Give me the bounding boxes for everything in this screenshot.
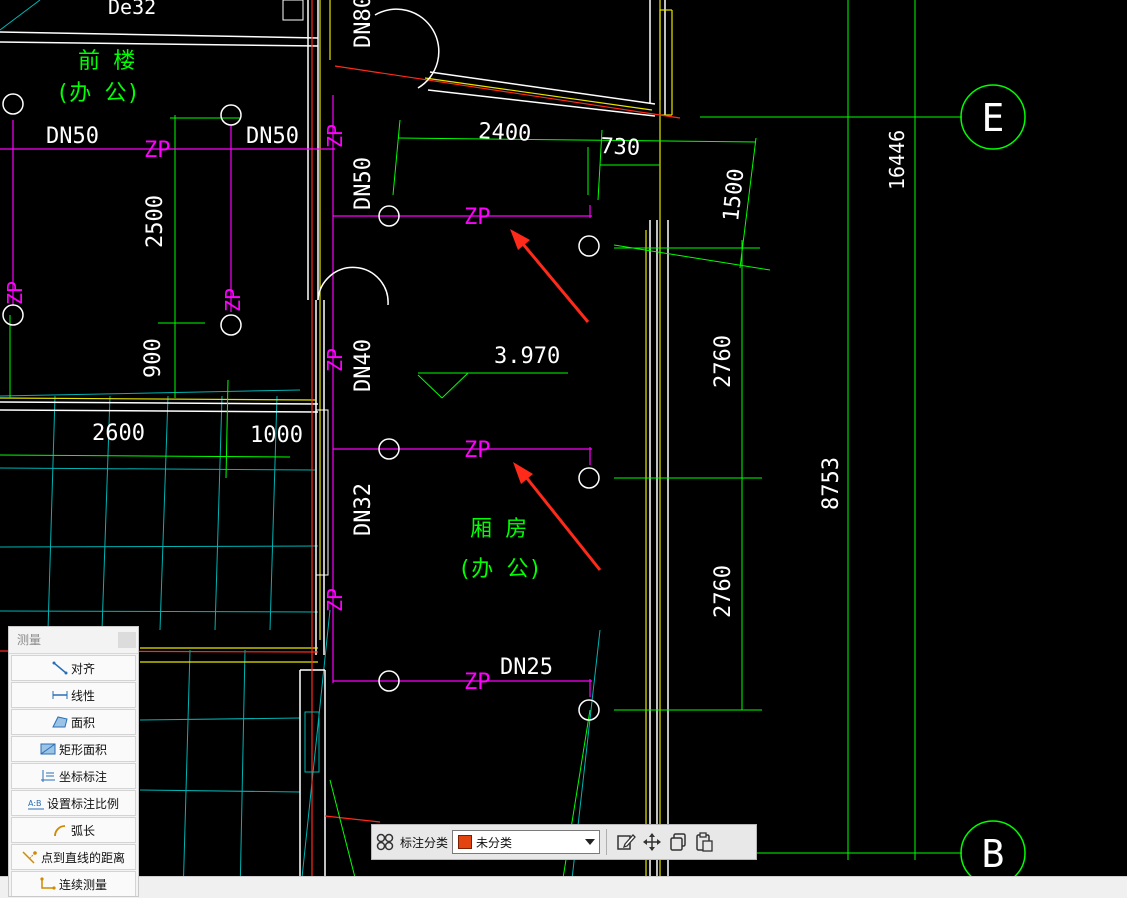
room-front-name: 前 楼 (78, 49, 135, 74)
paste-icon[interactable] (691, 829, 717, 855)
annotation-category-label: 标注分类 (400, 835, 449, 850)
coordinate-icon (40, 770, 55, 782)
continuous-measure-icon (40, 877, 56, 890)
dim-900: 900 (141, 338, 166, 378)
annotation-toolbar: 标注分类 未分类 (371, 824, 757, 860)
scale-icon: A:B (27, 799, 44, 810)
measure-panel-title: 测量 (17, 633, 42, 647)
elevation-label: 3.970 (494, 344, 560, 369)
measure-area-button[interactable]: 面积 (11, 709, 136, 735)
dn50-vertical-label: DN50 (351, 157, 376, 210)
copy-icon[interactable] (665, 829, 691, 855)
zp-label: ZP (323, 348, 347, 372)
dim-2500: 2500 (143, 195, 168, 248)
grid-menu-icon[interactable] (372, 829, 398, 855)
measure-item-label: 线性 (70, 688, 95, 703)
cad-drawing-canvas[interactable]: E B De32 前 楼 (办 公) 厢 房 (办 公) DN50 DN50 D… (0, 0, 1127, 897)
zp-label: ZP (464, 438, 491, 463)
dn50-left-label: DN50 (46, 124, 99, 149)
measure-scale-button[interactable]: A:B 设置标注比例 (11, 790, 136, 816)
top-pipe-label: De32 (108, 0, 156, 19)
measure-item-label: 弧长 (70, 823, 95, 838)
category-color-swatch (458, 835, 473, 849)
move-icon[interactable] (639, 829, 665, 855)
svg-text:A:B: A:B (28, 799, 42, 808)
dim-2400: 2400 (478, 119, 532, 147)
room-wing-name: 厢 房 (470, 517, 527, 542)
zp-label: ZP (221, 288, 245, 312)
measure-item-label: 对齐 (70, 661, 95, 676)
selected-category-text: 未分类 (476, 835, 513, 850)
measure-item-label: 坐标标注 (58, 769, 107, 784)
measure-point-line-button[interactable]: 点到直线的距离 (11, 844, 136, 870)
room-wing-use: (办 公) (458, 557, 542, 582)
zp-label: ZP (323, 588, 347, 612)
aligned-dimension-icon (52, 661, 68, 675)
axis-label-e: E (982, 96, 1005, 140)
dn80-vertical-label: DN80 (351, 0, 376, 48)
dn32-vertical-label: DN32 (351, 483, 376, 536)
annotation-category-select[interactable]: 未分类 (452, 830, 601, 854)
dim-2760-lower: 2760 (711, 565, 736, 618)
measure-item-label: 连续测量 (58, 877, 107, 892)
dim-8753: 8753 (819, 457, 844, 510)
measure-panel-header: 测量 (9, 627, 138, 654)
measure-item-label: 点到直线的距离 (40, 850, 125, 865)
measure-linear-button[interactable]: 线性 (11, 682, 136, 708)
point-line-distance-icon (22, 851, 37, 864)
arc-length-icon (54, 825, 66, 837)
measure-panel: 测量 对齐 线性 面积 矩形面积 坐标标注 A:B 设置标注比例 弧长 点到直线… (8, 626, 139, 897)
axis-label-b: B (982, 832, 1005, 876)
dim-16446: 16446 (885, 130, 909, 190)
measure-item-label: 设置标注比例 (46, 796, 119, 811)
area-icon (52, 716, 68, 728)
measure-coordinate-button[interactable]: 坐标标注 (11, 763, 136, 789)
measure-arc-length-button[interactable]: 弧长 (11, 817, 136, 843)
edit-icon[interactable] (613, 829, 639, 855)
panel-close-icon[interactable] (118, 632, 136, 648)
dim-730: 730 (600, 134, 641, 161)
dim-2760-upper: 2760 (711, 335, 736, 388)
zp-label: ZP (464, 205, 491, 230)
linear-dimension-icon (52, 691, 68, 699)
measure-continuous-button[interactable]: 连续测量 (11, 871, 136, 896)
measure-aligned-button[interactable]: 对齐 (11, 655, 136, 681)
toolbar-divider (606, 829, 608, 855)
zp-label: ZP (144, 138, 171, 163)
measure-rect-area-button[interactable]: 矩形面积 (11, 736, 136, 762)
measure-item-label: 矩形面积 (58, 742, 107, 757)
room-front-use: (办 公) (56, 81, 140, 106)
zp-label: ZP (3, 281, 27, 305)
dim-2600: 2600 (92, 421, 145, 446)
dn50-mid-label: DN50 (246, 124, 299, 149)
dn40-vertical-label: DN40 (351, 339, 376, 392)
zp-label: ZP (464, 670, 491, 695)
chevron-down-icon (585, 839, 596, 845)
dim-1000: 1000 (250, 423, 303, 448)
status-strip (0, 876, 1127, 898)
rectangle-area-icon (40, 743, 56, 755)
zp-label: ZP (323, 124, 347, 148)
measure-item-label: 面积 (70, 715, 95, 730)
dn25-label: DN25 (500, 655, 553, 680)
